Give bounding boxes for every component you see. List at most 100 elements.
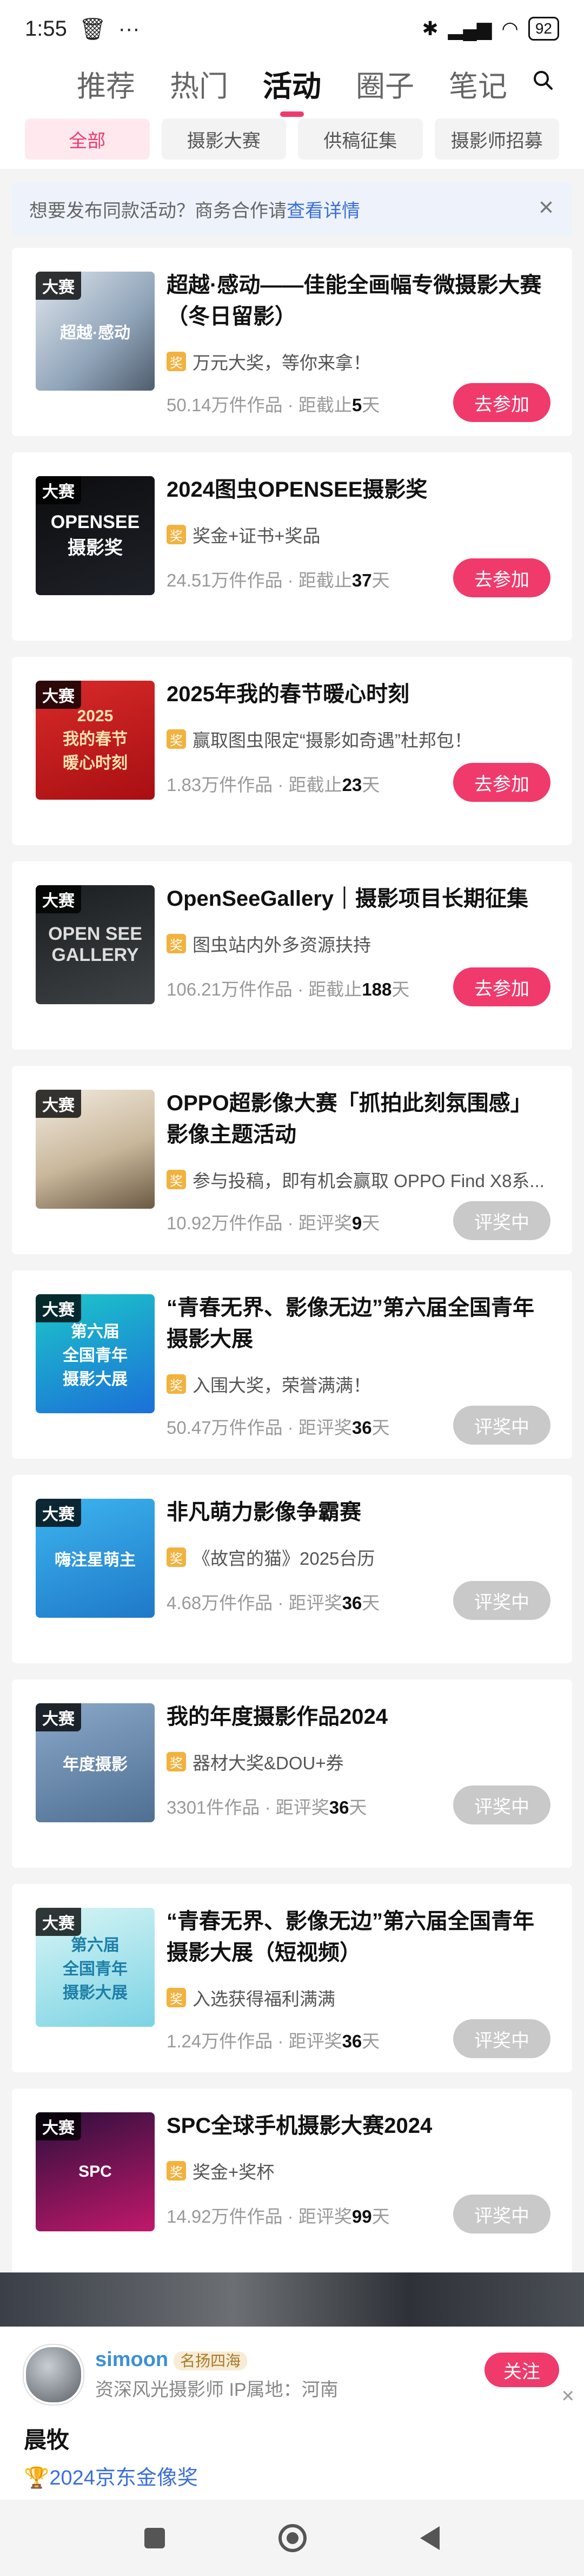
works-count: 3301件作品 bbox=[167, 1797, 260, 1817]
reviewing-button[interactable]: 评奖中 bbox=[453, 1786, 550, 1824]
tab-3[interactable]: 圈子 bbox=[356, 62, 414, 105]
prize-icon: 奖 bbox=[167, 352, 186, 371]
prize-icon: 奖 bbox=[167, 1988, 186, 2007]
meta-separator: · bbox=[282, 1418, 298, 1438]
days-left: 188 bbox=[362, 979, 392, 999]
avatar[interactable] bbox=[24, 2345, 83, 2404]
activity-thumbnail[interactable]: 超越·感动 大赛 bbox=[36, 272, 155, 391]
deadline-prefix: 距评奖 bbox=[298, 2206, 352, 2226]
prize-row: 奖万元大奖，等你来拿！ bbox=[167, 348, 550, 374]
deadline-prefix: 距截止 bbox=[298, 570, 352, 590]
days-unit: 天 bbox=[391, 979, 410, 999]
filter-chip-1[interactable]: 摄影大赛 bbox=[161, 118, 286, 160]
tab-2[interactable]: 活动 bbox=[263, 62, 321, 105]
business-banner: 想要发布同款活动？商务合作请 查看详情 × bbox=[12, 182, 572, 236]
deadline-prefix: 距评奖 bbox=[298, 1213, 352, 1233]
activity-card[interactable]: OPEN SEE GALLERY 大赛 OpenSeeGallery｜摄影项目长期征… bbox=[12, 861, 572, 1050]
activity-thumbnail[interactable]: OPEN SEE GALLERY 大赛 bbox=[36, 885, 155, 1004]
author-name[interactable]: simoon bbox=[95, 2348, 168, 2371]
activity-thumbnail[interactable]: 第六届 全国青年 摄影大展 大赛 bbox=[36, 1908, 155, 2027]
activity-thumbnail[interactable]: 2025 我的春节 暖心时刻 大赛 bbox=[36, 681, 155, 800]
works-count: 1.83万件作品 bbox=[167, 775, 273, 795]
activity-thumbnail[interactable]: 大赛 bbox=[36, 1090, 155, 1209]
meta-separator: · bbox=[292, 979, 309, 999]
prize-icon: 奖 bbox=[167, 1752, 186, 1771]
close-icon[interactable]: × bbox=[539, 195, 554, 221]
tab-1[interactable]: 热门 bbox=[170, 62, 228, 105]
activity-card[interactable]: 第六届 全国青年 摄影大展 大赛 “青春无界、影像无边”第六届全国青年摄影大展奖入围… bbox=[12, 1270, 572, 1459]
filter-chip-0[interactable]: 全部 bbox=[25, 118, 150, 160]
activity-card[interactable]: OPENSEE 摄影奖 大赛 2024图虫OPENSEE摄影奖奖奖金+证书+奖品 24… bbox=[12, 452, 572, 641]
join-button[interactable]: 去参加 bbox=[453, 967, 550, 1006]
activity-thumbnail[interactable]: 年度摄影 大赛 bbox=[36, 1703, 155, 1822]
system-nav-bar bbox=[0, 2500, 584, 2576]
award-label: 🏆2024京东金像奖 bbox=[24, 2467, 198, 2489]
activity-meta: 14.92万件作品 · 距评奖99天 bbox=[167, 2202, 390, 2228]
days-unit: 天 bbox=[362, 2031, 380, 2051]
activity-card[interactable]: 超越·感动 大赛 超越·感动——佳能全画幅专微摄影大赛（冬日留影） 奖万元大奖，等你来… bbox=[12, 248, 572, 436]
activity-card[interactable]: 第六届 全国青年 摄影大展 大赛 “青春无界、影像无边”第六届全国青年摄影大展（短视… bbox=[12, 1884, 572, 2072]
activity-title[interactable]: OpenSeeGallery｜摄影项目长期征集 bbox=[167, 883, 550, 914]
works-count: 24.51万件作品 bbox=[167, 570, 283, 590]
join-button[interactable]: 去参加 bbox=[453, 558, 550, 597]
banner-link[interactable]: 查看详情 bbox=[287, 196, 360, 222]
battery-icon: 92 bbox=[528, 17, 559, 41]
join-button[interactable]: 去参加 bbox=[453, 763, 550, 802]
activity-card[interactable]: SPC 大赛 SPC全球手机摄影大赛2024 奖奖金+奖杯 14.92万件作品 · 距评… bbox=[12, 2089, 572, 2277]
activity-title[interactable]: 非凡萌力影像争霸赛 bbox=[167, 1497, 550, 1528]
prize-icon: 奖 bbox=[167, 934, 186, 953]
meta-separator: · bbox=[282, 2206, 298, 2226]
prize-icon: 奖 bbox=[167, 2161, 186, 2180]
activity-card[interactable]: 大赛 OPPO超影像大赛「抓拍此刻氛围感」影像主题活动奖参与投稿，即有机会赢取 O… bbox=[12, 1066, 572, 1254]
activity-title[interactable]: SPC全球手机摄影大赛2024 bbox=[167, 2110, 550, 2142]
activity-thumbnail[interactable]: 嗨注星萌主 大赛 bbox=[36, 1499, 155, 1618]
activity-card[interactable]: 年度摄影 大赛 我的年度摄影作品2024 奖器材大奖&DOU+券 3301件作品 · 距… bbox=[12, 1679, 572, 1868]
days-left: 5 bbox=[351, 395, 362, 415]
activity-thumbnail[interactable]: OPENSEE 摄影奖 大赛 bbox=[36, 476, 155, 595]
back-icon[interactable] bbox=[420, 2526, 440, 2550]
activity-thumbnail[interactable]: 第六届 全国青年 摄影大展 大赛 bbox=[36, 1294, 155, 1413]
deadline-prefix: 距评奖 bbox=[298, 1418, 352, 1438]
deadline-prefix: 距评奖 bbox=[288, 2031, 342, 2051]
filter-chip-3[interactable]: 摄影师招募 bbox=[434, 118, 559, 160]
search-icon[interactable] bbox=[532, 69, 554, 91]
prize-text: 奖金+奖杯 bbox=[193, 2162, 275, 2182]
activity-meta: 50.47万件作品 · 距评奖36天 bbox=[167, 1413, 390, 1439]
activity-title[interactable]: “青春无界、影像无边”第六届全国青年摄影大展 bbox=[167, 1292, 550, 1355]
author-tag: 名扬四海 bbox=[174, 2351, 248, 2370]
tab-0[interactable]: 推荐 bbox=[77, 62, 135, 105]
reviewing-button[interactable]: 评奖中 bbox=[453, 1406, 550, 1445]
activity-card[interactable]: 嗨注星萌主 大赛 非凡萌力影像争霸赛奖《故宫的猫》2025台历 4.68万件作品 · … bbox=[12, 1475, 572, 1663]
reviewing-button[interactable]: 评奖中 bbox=[453, 2195, 550, 2234]
activity-title[interactable]: OPPO超影像大赛「抓拍此刻氛围感」影像主题活动 bbox=[167, 1088, 550, 1150]
trash-icon: 🗑 bbox=[78, 17, 107, 41]
works-count: 1.24万件作品 bbox=[167, 2031, 273, 2051]
follow-button[interactable]: 关注 bbox=[485, 2353, 559, 2387]
activity-title[interactable]: 我的年度摄影作品2024 bbox=[167, 1701, 550, 1732]
days-unit: 天 bbox=[371, 2206, 390, 2226]
filter-chip-2[interactable]: 供稿征集 bbox=[298, 118, 423, 160]
activity-title[interactable]: 2024图虫OPENSEE摄影奖 bbox=[167, 474, 550, 505]
recents-icon[interactable] bbox=[144, 2527, 165, 2548]
join-button[interactable]: 去参加 bbox=[453, 383, 550, 422]
works-count: 50.14万件作品 bbox=[167, 395, 283, 415]
works-count: 4.68万件作品 bbox=[167, 1593, 273, 1613]
activity-title[interactable]: 超越·感动——佳能全画幅专微摄影大赛（冬日留影） bbox=[167, 269, 550, 332]
activity-thumbnail[interactable]: SPC 大赛 bbox=[36, 2112, 155, 2231]
activity-title[interactable]: 2025年我的春节暖心时刻 bbox=[167, 678, 550, 710]
days-left: 36 bbox=[342, 2031, 362, 2051]
home-icon[interactable] bbox=[278, 2524, 307, 2552]
reviewing-button[interactable]: 评奖中 bbox=[453, 1201, 550, 1240]
close-icon[interactable]: × bbox=[562, 2384, 574, 2408]
status-bar: 1:55 🗑 ··· ✱ ▂▄▆ ◠ 92 bbox=[0, 0, 584, 57]
tab-4[interactable]: 笔记 bbox=[449, 62, 507, 105]
prize-row: 奖奖金+证书+奖品 bbox=[167, 522, 550, 548]
days-left: 36 bbox=[329, 1797, 349, 1817]
works-count: 106.21万件作品 bbox=[167, 979, 293, 999]
author-sub: 资深风光摄影师 IP属地：河南 bbox=[95, 2380, 339, 2400]
activity-card[interactable]: 2025 我的春节 暖心时刻 大赛 2025年我的春节暖心时刻奖赢取图虫限定“摄影如… bbox=[12, 657, 572, 845]
activity-title[interactable]: “青春无界、影像无边”第六届全国青年摄影大展（短视频） bbox=[167, 1906, 550, 1968]
deadline-prefix: 距截止 bbox=[308, 979, 362, 999]
reviewing-button[interactable]: 评奖中 bbox=[453, 2019, 550, 2058]
reviewing-button[interactable]: 评奖中 bbox=[453, 1581, 550, 1620]
